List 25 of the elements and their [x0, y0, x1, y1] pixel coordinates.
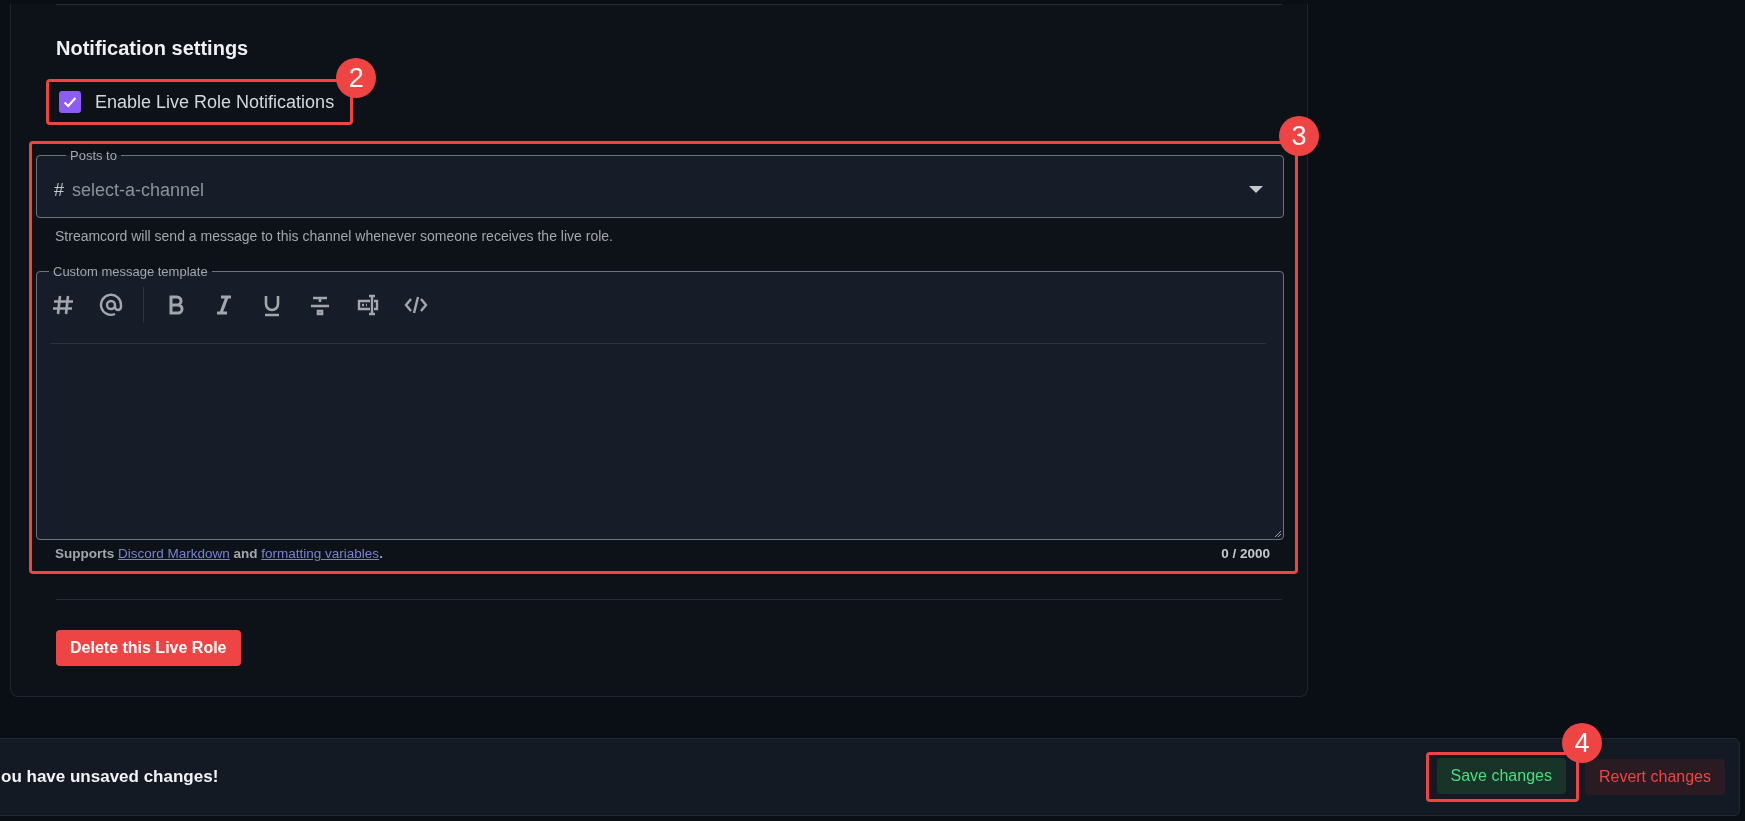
save-button[interactable]: Save changes — [1436, 758, 1566, 794]
field-legend: Posts to — [66, 148, 121, 163]
character-counter: 0 / 2000 — [1221, 546, 1270, 561]
hash-icon[interactable] — [51, 293, 75, 317]
channel-select[interactable]: Posts to # select-a-channel — [36, 148, 1284, 218]
select-placeholder: select-a-channel — [72, 179, 206, 201]
annotation-badge: 4 — [1561, 723, 1602, 763]
unsaved-message: ou have unsaved changes! — [1, 767, 219, 787]
checkbox-label[interactable]: Enable Live Role Notifications — [95, 91, 335, 113]
revert-button[interactable]: Revert changes — [1584, 759, 1725, 795]
hash-prefix: # — [54, 179, 64, 201]
caret-icon — [1249, 186, 1263, 194]
markdown-link[interactable]: Discord Markdown — [118, 546, 230, 561]
annotation-badge: 2 — [336, 58, 377, 98]
text-field-icon[interactable] — [356, 293, 380, 317]
checkbox[interactable] — [59, 91, 81, 113]
markdown-note: Supports Discord Markdown and formatting variables. — [55, 546, 383, 561]
message-editor[interactable]: Custom message template — [36, 264, 1284, 540]
resize-handle-icon[interactable] — [1273, 529, 1281, 537]
mention-icon[interactable] — [99, 293, 123, 317]
field-legend: Custom message template — [49, 264, 212, 279]
helper-text: Streamcord will send a message to this channel whenever someone receives the live role. — [55, 228, 614, 244]
section-heading: Notification settings — [56, 36, 250, 61]
delete-button[interactable]: Delete this Live Role — [56, 630, 241, 666]
annotation-badge: 3 — [1279, 116, 1319, 156]
